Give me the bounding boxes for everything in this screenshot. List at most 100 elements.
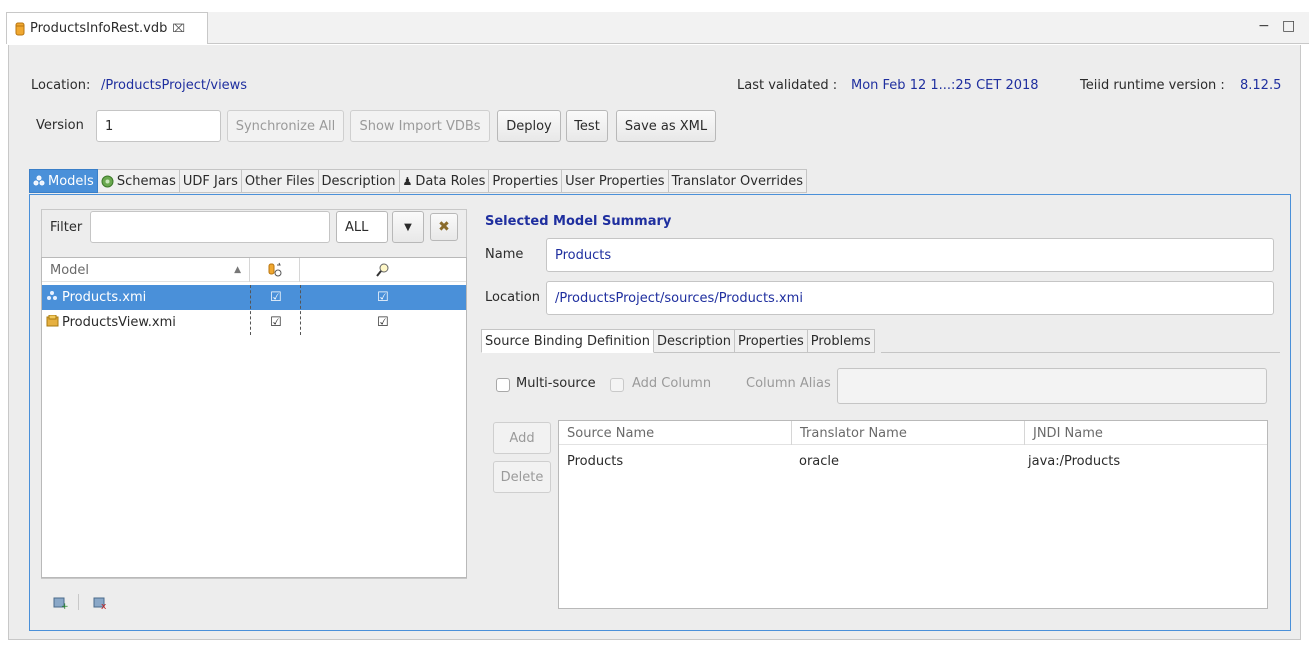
column-separator [250,285,251,335]
clear-icon: ✖ [438,219,450,235]
remove-model-icon[interactable]: x [92,594,108,614]
column-alias-label: Column Alias [746,376,831,391]
multi-source-label: Multi-source [516,376,596,391]
svg-text:+: + [61,602,68,610]
tab-other-files[interactable]: Other Files [241,169,319,193]
multi-source-checkbox[interactable] [496,377,510,392]
tab-label: Properties [738,333,804,349]
filter-input[interactable] [90,211,330,243]
tab-label: Source Binding Definition [485,333,650,349]
view-model-icon [46,314,59,331]
tab-model-description[interactable]: Description [654,329,736,353]
delete-source-button[interactable]: Delete [493,461,551,493]
tab-label: Description [321,173,396,189]
column-header-label: Model [50,262,90,278]
sort-ascending-icon: ▲ [234,265,241,275]
filter-dropdown-button[interactable]: ▼ [392,211,424,243]
tab-label: Translator Overrides [671,173,804,189]
column-alias-input[interactable] [837,368,1267,404]
location-field-label: Location [485,290,540,305]
runtime-version-value: 8.12.5 [1240,78,1282,93]
tab-models[interactable]: Models [29,169,98,193]
tab-schemas[interactable]: Schemas [97,169,180,193]
version-label: Version [36,118,84,133]
clear-filter-button[interactable]: ✖ [430,213,458,241]
location-label: Location: [31,78,91,93]
tab-label: Problems [810,333,871,349]
editor-tabstrip [208,12,1309,44]
add-source-button[interactable]: Add [493,422,551,454]
main-tabs: Models Schemas UDF Jars Other Files Desc… [29,169,808,193]
svg-text:x: x [101,602,107,610]
column-header-translator-name[interactable]: Translator Name [792,421,1025,445]
filter-label: Filter [50,220,83,235]
test-button[interactable]: Test [566,110,608,142]
data-roles-icon: ♟ [402,174,413,188]
save-as-xml-button[interactable]: Save as XML [616,110,716,142]
include-checkbox[interactable]: ☑ [377,290,389,305]
table-row[interactable]: Products oracle java:/Products [559,449,1267,474]
visible-checkbox[interactable]: ☑ [270,290,282,305]
table-row[interactable]: Products.xmi ☑ ☑ [42,285,466,310]
editor-tab-vdb[interactable]: ProductsInfoRest.vdb ⌧ [6,12,208,44]
name-label: Name [485,247,524,262]
toolbar-divider [78,594,79,610]
tab-label: Data Roles [415,173,486,189]
tab-properties[interactable]: Properties [489,169,563,193]
tab-user-properties[interactable]: User Properties [562,169,669,193]
show-import-vdbs-button[interactable]: Show Import VDBs [350,110,490,142]
minimize-icon[interactable]: − [1258,18,1270,34]
deploy-button[interactable]: Deploy [497,110,561,142]
model-location-field[interactable]: /ProductsProject/sources/Products.xmi [546,281,1274,315]
column-header-source-name[interactable]: Source Name [559,421,792,445]
tab-translator-overrides[interactable]: Translator Overrides [668,169,808,193]
last-validated-value: Mon Feb 12 1...:25 CET 2018 [851,78,1039,93]
editor-tab-title: ProductsInfoRest.vdb [30,21,168,36]
chevron-down-icon: ▼ [404,221,412,233]
tab-label: Properties [492,173,559,189]
add-model-icon[interactable]: + [52,594,69,614]
tab-label: UDF Jars [182,173,238,189]
last-validated-label: Last validated : [737,78,838,93]
model-icon [46,290,58,306]
tab-model-properties[interactable]: Properties [735,329,808,353]
table-row[interactable]: ProductsView.xmi ☑ ☑ [42,310,466,335]
location-value: /ProductsProject/views [101,78,248,93]
include-checkbox[interactable]: ☑ [377,315,389,330]
tab-udf-jars[interactable]: UDF Jars [179,169,242,193]
vdb-file-icon [15,22,25,36]
sub-tabs: Source Binding Definition Description Pr… [481,329,875,353]
column-header-visible[interactable] [250,258,300,282]
filter-scope-select[interactable]: ALL [336,211,388,243]
model-name-field[interactable]: Products [546,238,1274,272]
add-column-label: Add Column [632,376,712,391]
tab-label: Models [48,173,94,189]
sync-visible-icon [268,262,282,278]
synchronize-all-button[interactable]: Synchronize All [227,110,344,142]
model-name: ProductsView.xmi [62,315,176,330]
runtime-version-label: Teiid runtime version : [1080,78,1225,93]
tab-source-binding[interactable]: Source Binding Definition [481,329,654,353]
models-icon [33,175,45,187]
models-table: Model ▲ Products.xmi ☑ ☑ ProductsView.xm… [41,257,467,578]
tab-problems[interactable]: Problems [807,329,875,353]
column-header-model[interactable]: Model ▲ [42,258,250,282]
column-header-include[interactable] [300,258,466,282]
tab-label: Schemas [116,173,176,189]
source-binding-table: Source Name Translator Name JNDI Name Pr… [558,420,1268,609]
tab-description[interactable]: Description [318,169,400,193]
add-column-checkbox[interactable] [610,377,624,392]
version-input[interactable]: 1 [96,110,221,142]
tab-label: Description [657,333,732,349]
maximize-icon[interactable]: □ [1282,18,1295,34]
summary-heading: Selected Model Summary [485,214,672,229]
column-separator [300,285,301,335]
model-name: Products.xmi [62,290,147,305]
tab-data-roles[interactable]: ♟ Data Roles [399,169,490,193]
close-icon[interactable]: ⌧ [172,22,185,35]
column-header-jndi-name[interactable]: JNDI Name [1025,421,1267,445]
jndi-name-cell: java:/Products [1028,454,1121,469]
tab-label: Other Files [244,173,315,189]
visible-checkbox[interactable]: ☑ [270,315,282,330]
sub-tab-baseline [881,352,1280,353]
